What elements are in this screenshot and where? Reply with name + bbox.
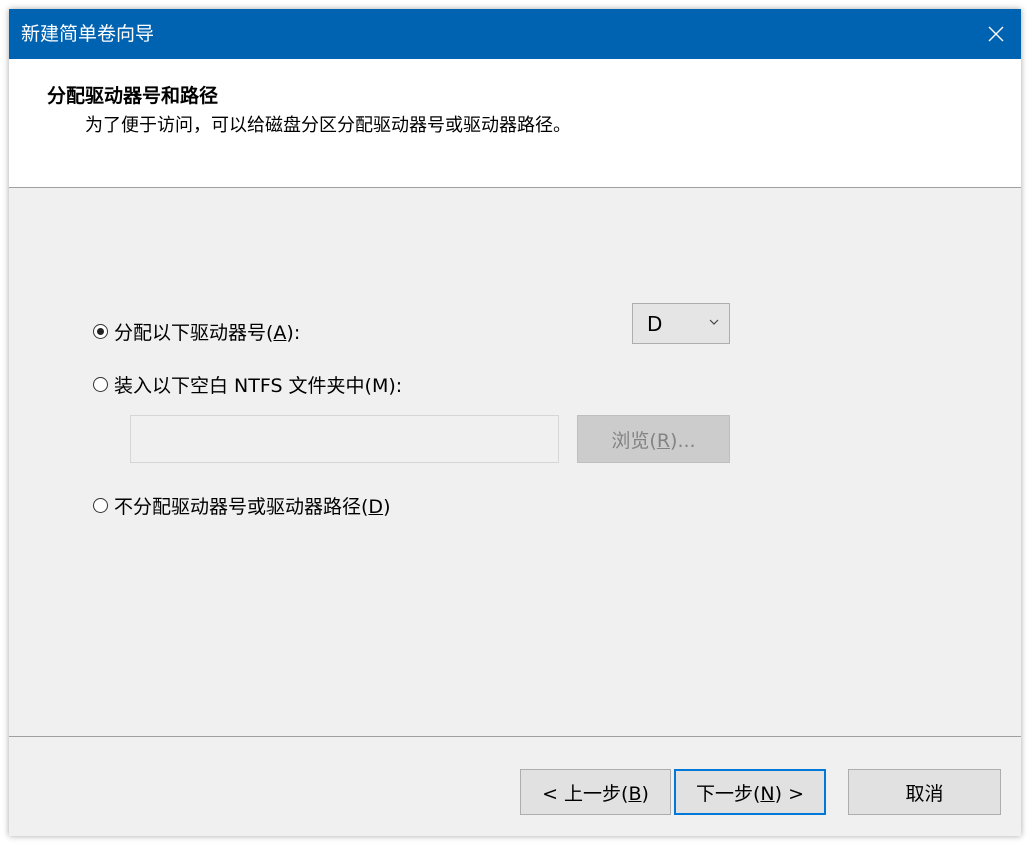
assign-letter-option[interactable]: 分配以下驱动器号(A): [93,318,300,345]
cancel-button-label: 取消 [905,782,944,805]
assign-letter-radio[interactable] [93,324,108,339]
cancel-button[interactable]: 取消 [848,769,1001,815]
footer-divider [9,736,1021,737]
chevron-down-icon [709,319,719,325]
drive-letter-value: D [647,312,663,336]
no-assign-label: 不分配驱动器号或驱动器路径(D) [114,496,391,518]
mount-folder-option[interactable]: 装入以下空白 NTFS 文件夹中(M): [93,371,402,398]
back-button[interactable]: < 上一步(B) [520,769,671,815]
window-title: 新建简单卷向导 [21,23,155,45]
browse-button-label: 浏览(R)... [611,429,696,452]
close-icon [988,26,1004,42]
assign-letter-label: 分配以下驱动器号(A): [114,322,301,344]
page-title: 分配驱动器号和路径 [47,85,219,107]
close-button[interactable] [971,9,1021,59]
title-bar: 新建简单卷向导 [9,9,1021,59]
no-assign-radio[interactable] [93,498,108,513]
mount-folder-radio[interactable] [93,377,108,392]
next-button-label: 下一步(N) > [695,782,804,805]
folder-path-input[interactable] [130,415,559,463]
wizard-header: 分配驱动器号和路径 为了便于访问，可以给磁盘分区分配驱动器号或驱动器路径。 [9,59,1021,188]
wizard-window: 新建简单卷向导 分配驱动器号和路径 为了便于访问，可以给磁盘分区分配驱动器号或驱… [9,9,1021,836]
drive-letter-select[interactable]: D [632,303,730,344]
mount-folder-label: 装入以下空白 NTFS 文件夹中(M): [114,375,403,397]
no-assign-option[interactable]: 不分配驱动器号或驱动器路径(D) [93,492,390,519]
back-button-label: < 上一步(B) [542,782,649,805]
page-subtitle: 为了便于访问，可以给磁盘分区分配驱动器号或驱动器路径。 [85,115,571,136]
browse-button[interactable]: 浏览(R)... [577,415,730,463]
next-button[interactable]: 下一步(N) > [674,769,826,815]
